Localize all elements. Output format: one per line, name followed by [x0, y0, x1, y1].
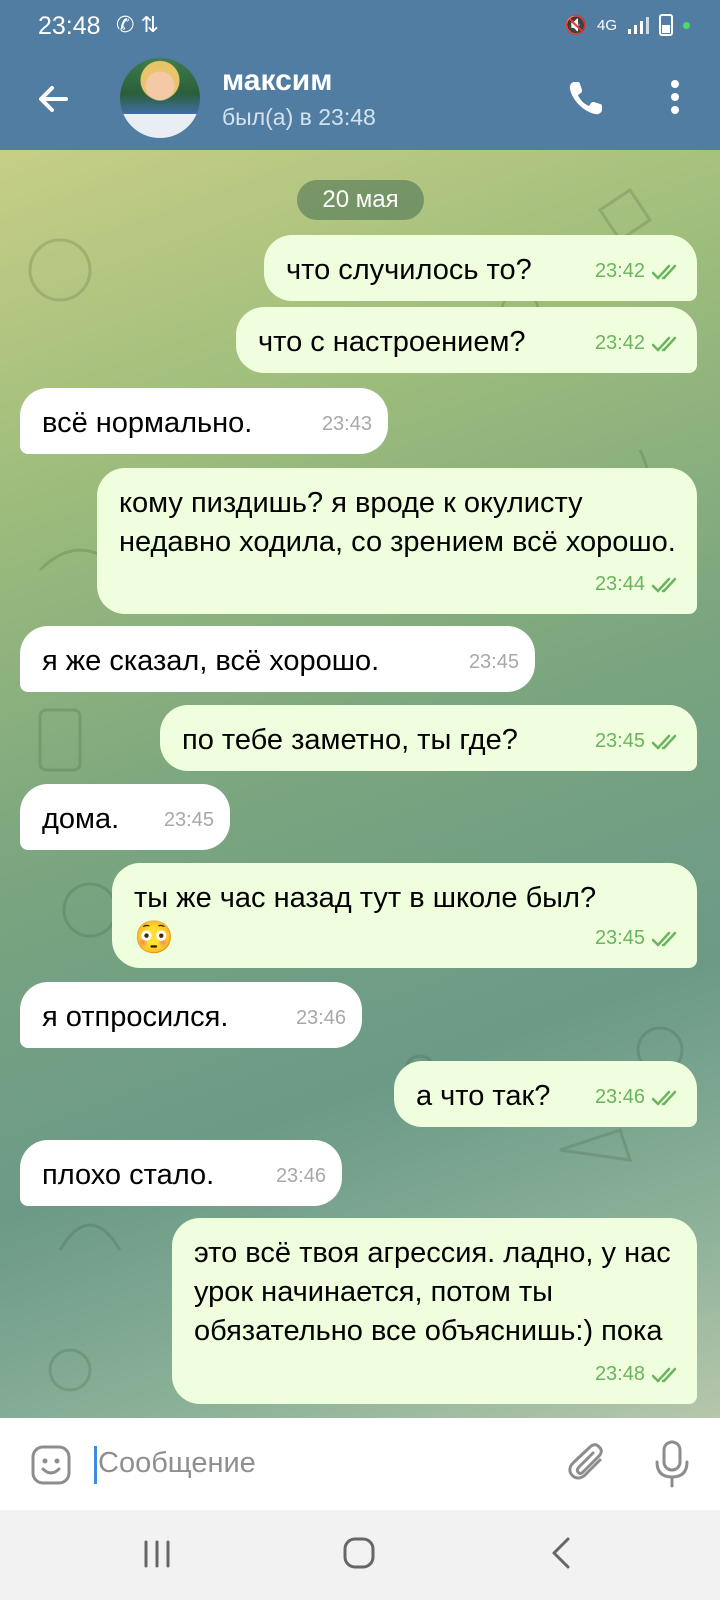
- message-time: 23:44: [594, 573, 645, 595]
- message-time: 23:48: [594, 1363, 645, 1385]
- sticker-smile-icon[interactable]: [28, 1442, 74, 1488]
- message-meta: 23:46: [595, 1078, 681, 1117]
- avatar[interactable]: [120, 58, 200, 138]
- message-meta: 23:42: [595, 324, 681, 363]
- home-icon[interactable]: [340, 1534, 378, 1572]
- message-text: я отпросился.: [42, 1001, 229, 1033]
- back-chevron-icon[interactable]: [546, 1534, 576, 1572]
- incoming-message[interactable]: дома. 23:45: [20, 784, 230, 850]
- incoming-message[interactable]: я отпросился. 23:46: [20, 982, 362, 1048]
- message-meta: 23:44: [595, 565, 681, 604]
- flushed-face-emoji: 😳: [134, 919, 174, 955]
- status-bar: 23:48 ✆⇅ 🔇 4G: [0, 0, 720, 50]
- double-check-icon: [651, 336, 677, 352]
- microphone-icon[interactable]: [652, 1438, 692, 1490]
- text-cursor: [94, 1446, 97, 1484]
- message-time: 23:42: [594, 332, 645, 354]
- battery-icon: [659, 14, 673, 36]
- message-meta: 23:42: [595, 252, 681, 291]
- double-check-icon: [651, 734, 677, 750]
- chat-header: максим был(а) в 23:48: [0, 50, 720, 150]
- message-text: что случилось то?: [286, 254, 532, 286]
- message-meta: 23:45: [595, 919, 681, 958]
- message-text: всё нормально.: [42, 407, 253, 439]
- status-right-icons: 🔇 4G: [565, 14, 690, 36]
- double-check-icon: [651, 1367, 677, 1383]
- message-text: а что так?: [416, 1080, 551, 1112]
- message-text: что с настроением?: [258, 326, 526, 358]
- chat-area[interactable]: 20 мая что случилось то? 23:42 что с нас…: [0, 150, 720, 1418]
- outgoing-message[interactable]: это всё твоя агрессия. ладно, у нас урок…: [172, 1218, 697, 1404]
- system-nav-bar: [0, 1510, 720, 1600]
- outgoing-message[interactable]: что с настроением? 23:42: [236, 307, 697, 373]
- message-time: 23:42: [594, 260, 645, 282]
- signal-icon: [628, 17, 649, 34]
- contact-name[interactable]: максим: [222, 64, 332, 98]
- double-check-icon: [651, 577, 677, 593]
- outgoing-message[interactable]: что случилось то? 23:42: [264, 235, 697, 301]
- message-meta: 23:45: [164, 801, 214, 840]
- message-time: 23:43: [321, 413, 372, 435]
- double-check-icon: [651, 264, 677, 280]
- message-meta: 23:48: [595, 1355, 681, 1394]
- message-time: 23:45: [163, 809, 214, 831]
- message-text: кому пиздишь? я вроде к окулисту недавно…: [119, 487, 676, 558]
- recents-icon[interactable]: [140, 1536, 174, 1572]
- message-input[interactable]: [98, 1440, 518, 1486]
- network-type: 4G: [596, 16, 617, 34]
- double-check-icon: [651, 1090, 677, 1106]
- message-meta: 23:46: [276, 1157, 326, 1196]
- message-time: 23:46: [295, 1007, 346, 1029]
- message-meta: 23:45: [469, 643, 519, 682]
- arrow-left-icon[interactable]: [30, 76, 76, 122]
- incoming-message[interactable]: всё нормально. 23:43: [20, 388, 388, 454]
- message-time: 23:46: [275, 1165, 326, 1187]
- message-text: ты же час назад тут в школе был?: [134, 882, 597, 914]
- data-transfer-icon: ⇅: [140, 12, 165, 37]
- outgoing-message[interactable]: по тебе заметно, ты где? 23:45: [160, 705, 697, 771]
- battery-dot-icon: [683, 21, 690, 29]
- message-text: дома.: [42, 803, 120, 835]
- message-meta: 23:43: [322, 405, 372, 444]
- message-meta: 23:46: [296, 999, 346, 1038]
- status-notification-icons: ✆⇅: [116, 12, 165, 38]
- double-check-icon: [651, 931, 677, 947]
- message-time: 23:46: [594, 1086, 645, 1108]
- status-time: 23:48: [38, 12, 101, 40]
- incoming-message[interactable]: плохо стало. 23:46: [20, 1140, 342, 1206]
- message-text: плохо стало.: [42, 1159, 215, 1191]
- phone-icon[interactable]: [564, 76, 608, 120]
- message-time: 23:45: [468, 651, 519, 673]
- outgoing-message[interactable]: а что так? 23:46: [394, 1061, 697, 1127]
- date-chip: 20 мая: [297, 180, 424, 220]
- phone-call-icon: ✆: [116, 12, 141, 37]
- outgoing-message[interactable]: кому пиздишь? я вроде к окулисту недавно…: [97, 468, 697, 614]
- telegram-chat-screen: 23:48 ✆⇅ 🔇 4G максим был(а) в 23:48 20 м…: [0, 0, 720, 1600]
- message-text: я же сказал, всё хорошо.: [42, 645, 380, 677]
- outgoing-message[interactable]: ты же час назад тут в школе был? 😳 23:45: [112, 863, 697, 968]
- message-text: по тебе заметно, ты где?: [182, 724, 518, 756]
- vertical-dots-icon[interactable]: [660, 74, 690, 120]
- message-input-bar: [0, 1418, 720, 1510]
- incoming-message[interactable]: я же сказал, всё хорошо. 23:45: [20, 626, 535, 692]
- mute-icon: 🔇: [564, 14, 587, 35]
- paperclip-icon[interactable]: [566, 1440, 610, 1488]
- contact-last-seen: был(а) в 23:48: [222, 104, 376, 130]
- message-time: 23:45: [594, 927, 645, 949]
- message-text: это всё твоя агрессия. ладно, у нас урок…: [194, 1237, 679, 1347]
- message-meta: 23:45: [595, 722, 681, 761]
- message-time: 23:45: [594, 730, 645, 752]
